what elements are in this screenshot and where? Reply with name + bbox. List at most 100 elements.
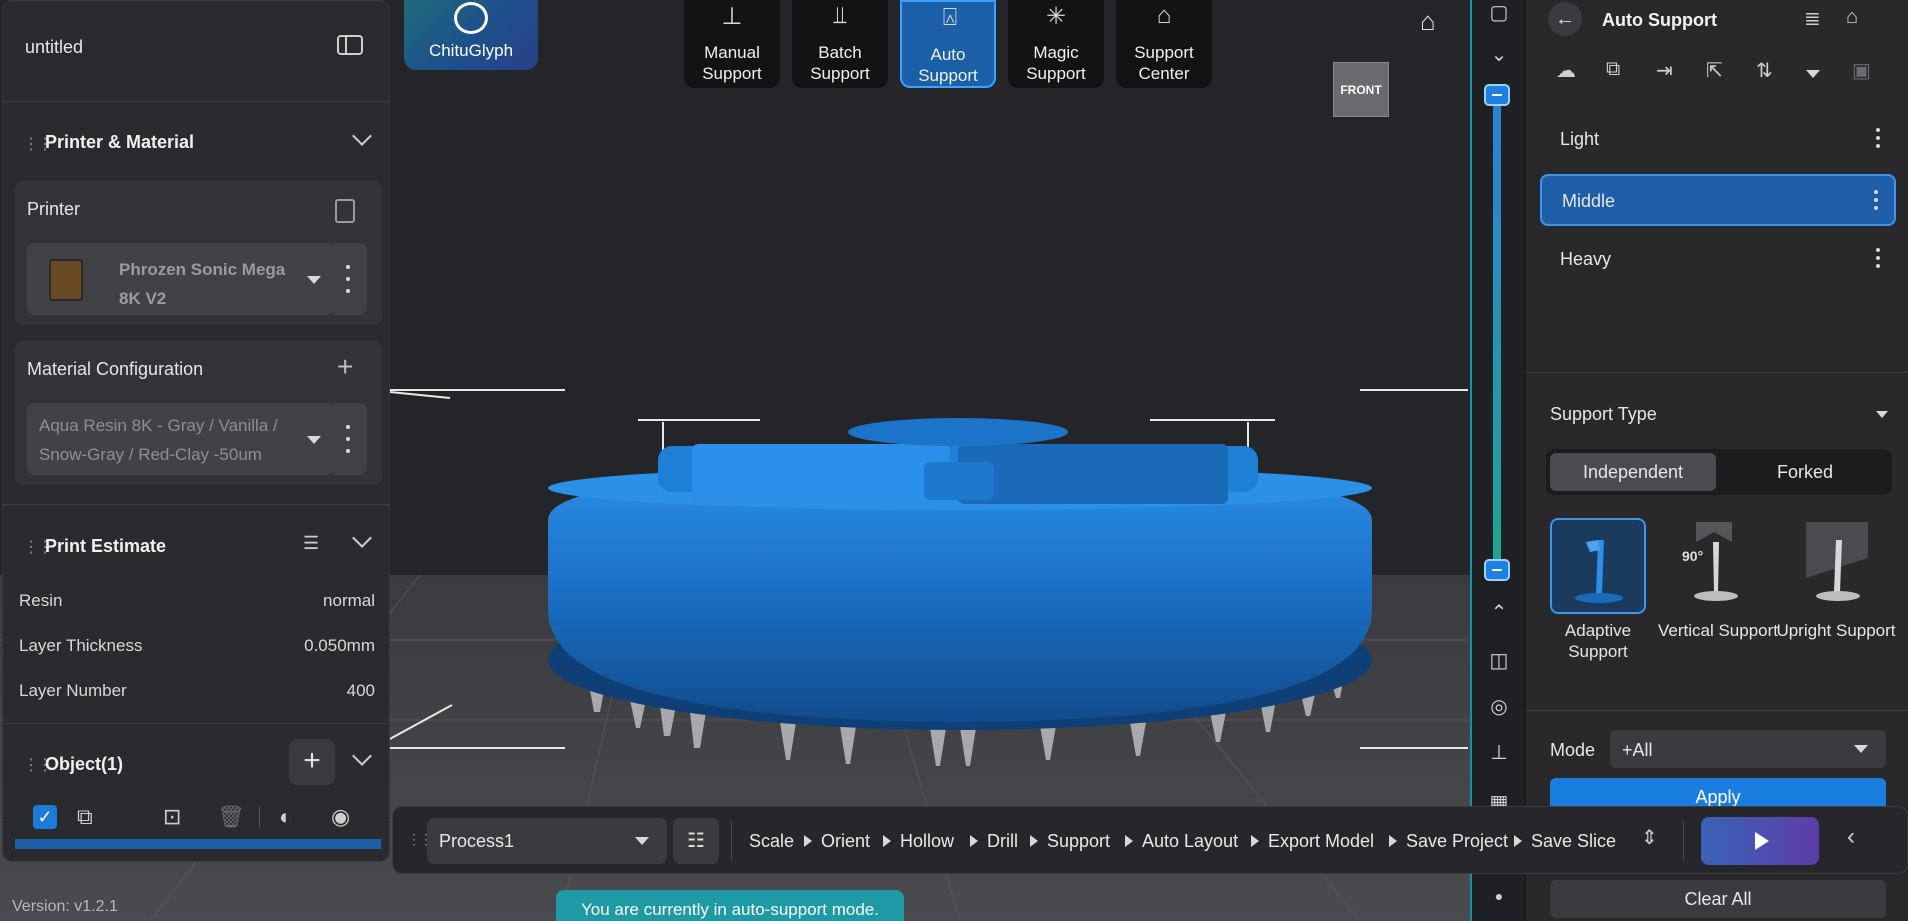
copy-icon[interactable]: ⧉	[1606, 58, 1620, 81]
step-scale[interactable]: Scale	[749, 831, 794, 852]
export-icon[interactable]: ⇱	[1706, 58, 1723, 83]
object-list-item[interactable]	[15, 839, 381, 849]
clear-all-button[interactable]: Clear All	[1550, 880, 1886, 918]
toggle-sidebar-icon[interactable]	[337, 35, 363, 55]
adaptive-support-option[interactable]	[1550, 518, 1646, 614]
step-drill[interactable]: Drill	[987, 831, 1018, 852]
add-object-button[interactable]: +	[289, 739, 335, 785]
panel-toggle-icon[interactable]: ▢	[1472, 0, 1526, 25]
auto-support-label: Auto Support	[918, 45, 978, 85]
step-arrow-icon	[1125, 835, 1133, 847]
mode-select[interactable]: +All	[1610, 730, 1886, 768]
step-support[interactable]: Support	[1047, 831, 1110, 852]
step-save-slice[interactable]: Save Slice	[1531, 831, 1616, 852]
support-tool-icon[interactable]: ⊥	[1472, 740, 1526, 765]
collapse-icon[interactable]	[1876, 411, 1888, 418]
preset-label: Heavy	[1560, 249, 1612, 269]
panel-title: Auto Support	[1602, 10, 1717, 30]
expand-collapse-icon[interactable]: ⇕	[1641, 825, 1658, 850]
step-save-project[interactable]: Save Project	[1406, 831, 1508, 852]
estimate-row-layer-thickness: Layer Thickness 0.050mm	[19, 636, 375, 656]
preset-heavy[interactable]: Heavy	[1540, 234, 1896, 286]
more-dropdown-icon[interactable]	[1806, 70, 1820, 78]
material-more-button[interactable]	[329, 403, 367, 475]
brand-name: ChituGlyph	[428, 41, 514, 60]
support-center-button[interactable]: ⌂ Support Center	[1116, 0, 1212, 88]
home-icon[interactable]: ⌂	[1846, 6, 1858, 29]
version-label: Version: v1.2.1	[12, 898, 118, 915]
material-value: Aqua Resin 8K - Gray / Vanilla / Snow-Gr…	[39, 416, 278, 464]
printer-select[interactable]: Phrozen Sonic Mega 8K V2	[27, 243, 333, 315]
independent-option[interactable]: Independent	[1550, 453, 1716, 491]
layers-icon[interactable]: ≣	[1804, 6, 1821, 31]
view-cube[interactable]: FRONT	[1333, 62, 1389, 117]
mode-value: +All	[1622, 740, 1653, 760]
trash-icon[interactable]: 🗑	[217, 804, 245, 830]
step-auto-layout[interactable]: Auto Layout	[1142, 831, 1238, 852]
orbit-icon[interactable]: ◎	[1472, 694, 1526, 719]
add-printer-icon[interactable]	[335, 199, 355, 223]
layer-slider-track[interactable]	[1493, 92, 1501, 570]
printer-thumbnail	[49, 259, 83, 301]
batch-support-button[interactable]: ⫫ Batch Support	[792, 0, 888, 88]
cloud-download-icon[interactable]: ☁	[1556, 58, 1576, 83]
preset-menu-icon[interactable]	[1876, 128, 1880, 152]
estimate-value: normal	[323, 591, 375, 610]
left-panel: untitled ⋮⋮ Printer & Material Printer P…	[2, 0, 390, 862]
manual-support-button[interactable]: ⊥ Manual Support	[684, 0, 780, 88]
chevron-down-icon[interactable]: ⌄	[1472, 42, 1526, 67]
preset-menu-icon[interactable]	[1876, 248, 1880, 272]
manual-support-icon: ⊥	[721, 3, 743, 30]
magic-support-button[interactable]: ✳ Magic Support	[1008, 0, 1104, 88]
preset-middle[interactable]: Middle	[1540, 174, 1896, 226]
add-material-icon[interactable]: +	[337, 351, 353, 383]
material-card: Material Configuration + Aqua Resin 8K -…	[15, 341, 382, 485]
dot-icon[interactable]: ●	[1472, 888, 1526, 904]
process-select[interactable]: Process1	[427, 818, 667, 864]
sort-icon[interactable]: ⇅	[1756, 58, 1773, 83]
chevron-down-icon[interactable]	[352, 528, 372, 548]
start-slice-button[interactable]	[1701, 817, 1819, 865]
printer-material-title: Printer & Material	[45, 132, 195, 152]
upright-support-option[interactable]	[1788, 518, 1884, 614]
list-icon[interactable]: ☰	[303, 533, 319, 554]
divider	[731, 821, 732, 861]
upright-support-label: Upright Support	[1776, 621, 1896, 640]
step-hollow[interactable]: Hollow	[900, 831, 954, 852]
step-arrow-icon	[883, 835, 891, 847]
step-orient[interactable]: Orient	[821, 831, 870, 852]
process-value: Process1	[439, 831, 515, 851]
back-button[interactable]: ←	[1548, 2, 1582, 36]
chevron-down-icon[interactable]	[352, 746, 372, 766]
layer-slider-bottom-handle[interactable]	[1484, 559, 1510, 581]
chituglyph-brand[interactable]: ChituGlyph	[404, 0, 538, 70]
step-arrow-icon	[970, 835, 978, 847]
chevron-left-icon[interactable]: ‹	[1847, 823, 1855, 851]
palette-icon[interactable]: ◐	[279, 804, 292, 830]
import-icon[interactable]: ⇥	[1656, 58, 1673, 83]
vertical-support-label: Vertical Support	[1658, 621, 1779, 640]
process-bar: ⋮⋮ Process1 ☷ Scale Orient Hollow Drill …	[392, 806, 1908, 874]
chevron-up-icon[interactable]: ⌃	[1472, 600, 1526, 625]
preset-menu-icon[interactable]	[1874, 190, 1878, 214]
settings-sliders-button[interactable]: ☷	[673, 818, 719, 864]
home-view-icon[interactable]: ⌂	[1420, 6, 1436, 37]
visibility-icon[interactable]: ◉	[331, 804, 350, 830]
printer-more-button[interactable]	[329, 243, 367, 315]
dropdown-arrow-icon	[635, 837, 649, 845]
fit-icon[interactable]: ⊡	[163, 804, 181, 830]
chevron-down-icon[interactable]	[352, 126, 372, 146]
auto-support-button[interactable]: ⍓ Auto Support	[900, 0, 996, 88]
save-icon[interactable]: ▣	[1852, 58, 1871, 83]
layer-slider-top-handle[interactable]	[1484, 84, 1510, 106]
cube-view-icon[interactable]: ◫	[1472, 648, 1526, 673]
select-all-checkbox[interactable]: ✓	[33, 805, 57, 829]
forked-option[interactable]: Forked	[1722, 453, 1888, 491]
duplicate-icon[interactable]: ⧉	[77, 804, 93, 830]
preset-light[interactable]: Light	[1540, 114, 1896, 166]
preset-label: Middle	[1562, 191, 1616, 211]
material-select[interactable]: Aqua Resin 8K - Gray / Vanilla / Snow-Gr…	[27, 403, 333, 475]
vertical-support-option[interactable]: 90°	[1670, 518, 1766, 614]
adaptive-support-label: Adaptive Support	[1564, 621, 1632, 661]
step-export-model[interactable]: Export Model	[1268, 831, 1374, 852]
